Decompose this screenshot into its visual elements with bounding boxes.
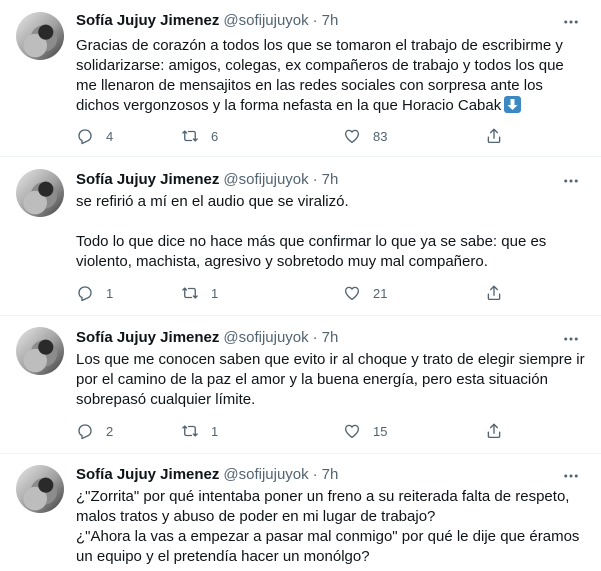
retweet-count: 1	[211, 285, 219, 301]
like-count: 15	[373, 423, 388, 439]
avatar[interactable]	[16, 169, 64, 217]
author-handle[interactable]: @sofijujuyok	[223, 171, 308, 188]
tweet-paragraph: Los que me conocen saben que evito ir al…	[76, 351, 585, 408]
tweet-actions: 4 6 83	[76, 127, 516, 147]
tweet-actions: 2 1 15	[76, 422, 516, 442]
like-button[interactable]: 15	[343, 422, 387, 440]
tweet-paragraph: Gracias de corazón a todos los que se to…	[76, 37, 564, 114]
more-icon[interactable]	[561, 12, 581, 32]
more-icon[interactable]	[561, 171, 581, 191]
tweet-paragraph: se refirió a mí en el audio que se viral…	[76, 193, 349, 210]
tweet-actions: 1 1 21	[76, 284, 516, 304]
author-name[interactable]: Sofía Jujuy Jimenez	[76, 171, 219, 188]
separator: ·	[312, 12, 318, 29]
tweet-header: Sofía Jujuy Jimenez @sofijujuyok · 7h	[76, 171, 338, 188]
retweet-icon	[182, 287, 198, 299]
tweet-text: se refirió a mí en el audio que se viral…	[76, 192, 586, 272]
share-button[interactable]	[485, 422, 503, 440]
down-arrow-emoji-icon	[504, 96, 522, 113]
retweet-button[interactable]: 6	[181, 127, 218, 145]
more-icon[interactable]	[561, 329, 581, 349]
like-count: 21	[373, 285, 388, 301]
author-name[interactable]: Sofía Jujuy Jimenez	[76, 329, 219, 346]
author-handle[interactable]: @sofijujuyok	[223, 329, 308, 346]
retweet-button[interactable]: 1	[181, 284, 218, 302]
tweet-header: Sofía Jujuy Jimenez @sofijujuyok · 7h	[76, 329, 338, 346]
reply-icon	[78, 424, 92, 440]
timestamp[interactable]: 7h	[322, 171, 339, 188]
author-handle[interactable]: @sofijujuyok	[223, 12, 308, 29]
share-icon	[487, 285, 501, 301]
avatar[interactable]	[16, 12, 64, 60]
separator: ·	[312, 171, 318, 188]
retweet-icon	[182, 425, 198, 437]
reply-button[interactable]: 4	[76, 127, 113, 145]
tweet-paragraph: ¿"Zorrita" por qué intentaba poner un fr…	[76, 488, 570, 525]
reply-count: 1	[106, 285, 114, 301]
reply-count: 2	[106, 423, 114, 439]
tweet-header: Sofía Jujuy Jimenez @sofijujuyok · 7h	[76, 466, 338, 483]
reply-button[interactable]: 2	[76, 422, 113, 440]
tweet-text: ¿"Zorrita" por qué intentaba poner un fr…	[76, 487, 586, 567]
retweet-button[interactable]: 1	[181, 422, 218, 440]
retweet-count: 1	[211, 423, 219, 439]
retweet-count: 6	[211, 128, 219, 144]
timestamp[interactable]: 7h	[322, 466, 339, 483]
reply-button[interactable]: 1	[76, 284, 113, 302]
avatar[interactable]	[16, 465, 64, 513]
share-button[interactable]	[485, 127, 503, 145]
avatar[interactable]	[16, 327, 64, 375]
share-icon	[487, 128, 501, 144]
like-icon	[344, 424, 360, 439]
separator: ·	[312, 466, 318, 483]
like-count: 83	[373, 128, 388, 144]
more-icon[interactable]	[561, 466, 581, 486]
like-icon	[344, 286, 360, 301]
tweet[interactable]: Sofía Jujuy Jimenez @sofijujuyok · 7h se…	[0, 157, 601, 316]
share-icon	[487, 423, 501, 439]
tweet-text: Los que me conocen saben que evito ir al…	[76, 350, 586, 410]
tweet-paragraph: Todo lo que dice no hace más que confirm…	[76, 233, 547, 270]
reply-icon	[78, 286, 92, 302]
tweet[interactable]: Sofía Jujuy Jimenez @sofijujuyok · 7h Gr…	[0, 0, 601, 157]
like-button[interactable]: 21	[343, 284, 387, 302]
like-button[interactable]: 83	[343, 127, 387, 145]
separator: ·	[312, 329, 318, 346]
author-handle[interactable]: @sofijujuyok	[223, 466, 308, 483]
tweet-paragraph: ¿"Ahora la vas a empezar a pasar mal con…	[76, 528, 580, 565]
timestamp[interactable]: 7h	[322, 12, 339, 29]
retweet-icon	[182, 130, 198, 142]
reply-icon	[78, 129, 92, 145]
timestamp[interactable]: 7h	[322, 329, 339, 346]
share-button[interactable]	[485, 284, 503, 302]
like-icon	[344, 129, 360, 144]
tweet-header: Sofía Jujuy Jimenez @sofijujuyok · 7h	[76, 12, 338, 29]
tweet[interactable]: Sofía Jujuy Jimenez @sofijujuyok · 7h Lo…	[0, 316, 601, 454]
reply-count: 4	[106, 128, 114, 144]
tweet[interactable]: Sofía Jujuy Jimenez @sofijujuyok · 7h ¿"…	[0, 454, 601, 571]
tweet-text: Gracias de corazón a todos los que se to…	[76, 36, 586, 116]
author-name[interactable]: Sofía Jujuy Jimenez	[76, 12, 219, 29]
tweet-feed: Sofía Jujuy Jimenez @sofijujuyok · 7h Gr…	[0, 0, 601, 571]
author-name[interactable]: Sofía Jujuy Jimenez	[76, 466, 219, 483]
